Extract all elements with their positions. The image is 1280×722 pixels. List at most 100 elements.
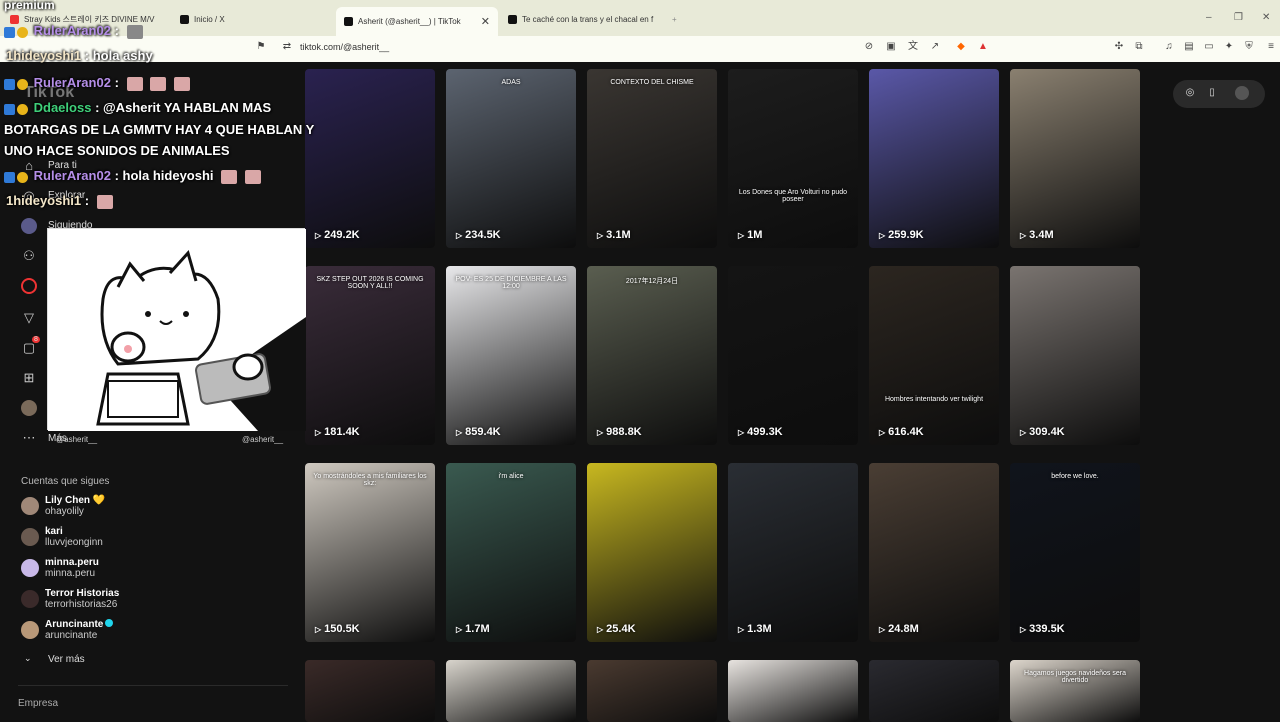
play-icon: ▷ [738, 624, 745, 634]
verified-icon [105, 619, 114, 627]
video-card[interactable] [728, 660, 858, 722]
new-tab-button[interactable]: + [664, 8, 684, 30]
following-item[interactable]: Lily Chen 💛 ohayolily [21, 495, 105, 517]
video-caption: 2017年12月24日 [625, 278, 679, 285]
video-card[interactable] [587, 660, 717, 722]
view-count-text: 24.8M [888, 623, 919, 635]
wallet-icon[interactable]: ▭ [1202, 40, 1216, 54]
video-card[interactable]: Yo mostrándoles a mis familiares los skz… [305, 463, 435, 642]
profile-avatar[interactable] [1235, 86, 1249, 100]
view-count: ▷ 249.2K [315, 229, 360, 241]
x-icon [180, 14, 189, 24]
video-card[interactable]: CONTEXTO DEL CHISME ▷ 3.1M [587, 69, 717, 248]
vpn-icon[interactable]: ⛨ [1242, 40, 1256, 54]
address-bar-row [0, 36, 1280, 62]
tab-tiktok-asherit[interactable]: Asherit (@asherit__) | TikTok ✕ [336, 7, 498, 36]
close-window-button[interactable]: ✕ [1262, 12, 1270, 23]
video-card[interactable]: ▷ 499.3K [728, 266, 858, 445]
emote-icon [244, 169, 261, 184]
tab-x-home[interactable]: Inicio / X [172, 8, 332, 30]
video-card[interactable]: Los Dones que Aro Volturi no pudo poseer… [728, 69, 858, 248]
video-card[interactable]: ▷ 25.4K [587, 463, 717, 642]
chat-text: : [114, 23, 119, 38]
video-card[interactable]: ▷ 1.3M [728, 463, 858, 642]
video-card[interactable]: ▷ 259.9K [869, 69, 999, 248]
extensions-icon[interactable]: ✣ [1112, 40, 1126, 54]
video-card[interactable]: 2017年12月24日 ▷ 988.8K [587, 266, 717, 445]
music-icon[interactable]: ♫ [1162, 40, 1176, 54]
bookmark-icon[interactable]: ⚑ [254, 40, 268, 54]
tab-te-cache[interactable]: Te caché con la trans y el chacal en f [500, 8, 658, 30]
overlay-handle-left: @asherit__ [56, 435, 98, 444]
video-card[interactable]: POV: ES 25 DE DICIEMBRE A LAS 12:00 ▷ 859.… [446, 266, 576, 445]
share-icon[interactable]: ↗ [928, 40, 942, 54]
company-section[interactable]: Empresa [18, 698, 58, 709]
reader-icon[interactable]: ▤ [1182, 40, 1196, 54]
profile-avatar[interactable] [21, 400, 37, 416]
video-card[interactable]: i'm alice ▷ 1.7M [446, 463, 576, 642]
screenshot-icon[interactable]: ▣ [884, 40, 898, 54]
video-card[interactable]: ▷ 309.4K [1010, 266, 1140, 445]
account-username: ohayolily [45, 506, 84, 517]
stream-overlay-cat: @asherit__ @asherit__ [47, 228, 306, 444]
video-card[interactable]: ADAS ▷ 234.5K [446, 69, 576, 248]
view-count-text: 259.9K [888, 229, 924, 241]
video-card[interactable] [305, 660, 435, 722]
see-more-link[interactable]: Ver más [48, 654, 85, 665]
video-card[interactable] [446, 660, 576, 722]
compass-icon[interactable]: ◎ [1183, 86, 1197, 100]
send-icon[interactable]: ▽ [21, 310, 37, 326]
account-name: Lily Chen 💛 [45, 495, 106, 506]
video-card[interactable]: SKZ STEP OUT 2026 IS COMING SOON Y ALL!!… [305, 266, 435, 445]
account-username: minna.peru [45, 568, 96, 579]
following-item[interactable]: kari lluvvjeonginn [21, 526, 103, 548]
translate-icon[interactable]: 文 [906, 40, 920, 54]
rewards-icon[interactable]: ▲ [976, 40, 990, 54]
brave-shield-icon[interactable]: ◆ [954, 40, 968, 54]
video-card[interactable]: Hombres intentando ver twilight ▷ 616.4K [869, 266, 999, 445]
video-card[interactable]: ▷ 3.4M [1010, 69, 1140, 248]
view-count: ▷ 499.3K [738, 426, 783, 438]
maximize-button[interactable]: ❐ [1234, 12, 1243, 23]
following-title: Cuentas que sigues [21, 476, 110, 487]
close-tab-icon[interactable]: ✕ [481, 15, 490, 28]
sidebar-panel-icon[interactable]: ⧉ [1132, 40, 1146, 54]
play-icon: ▷ [738, 427, 745, 437]
video-card[interactable]: ▷ 249.2K [305, 69, 435, 248]
chat-badges [4, 78, 30, 90]
chat-text: : @Asherit YA HABLAN MAS [95, 100, 272, 115]
upload-icon[interactable]: ⊞ [21, 370, 37, 386]
video-card[interactable] [869, 660, 999, 722]
emote-icon [126, 24, 143, 39]
no-track-icon[interactable]: ⊘ [862, 40, 876, 54]
following-item[interactable]: minna.peru minna.peru [21, 557, 99, 579]
chat-username: RulerAran02 [33, 23, 111, 38]
following-item[interactable]: Terror Historias terrorhistorias26 [21, 588, 119, 610]
play-icon: ▷ [1020, 230, 1027, 240]
chat-text: : hola hideyoshi [114, 168, 214, 183]
minimize-button[interactable]: – [1206, 12, 1212, 23]
menu-icon[interactable]: ≡ [1264, 40, 1278, 54]
following-item[interactable]: Aruncinante aruncinante [21, 619, 114, 641]
more-icon[interactable]: ⋯ [21, 430, 37, 446]
play-icon: ▷ [456, 230, 463, 240]
url-field[interactable]: tiktok.com/@asherit__ [300, 42, 389, 52]
chevron-down-icon[interactable]: ⌄ [24, 653, 32, 664]
view-count: ▷ 616.4K [879, 426, 924, 438]
friends-icon[interactable]: ⚇ [21, 248, 37, 264]
phone-icon[interactable]: ▯ [1205, 86, 1219, 100]
play-icon: ▷ [315, 624, 322, 634]
site-info-icon[interactable]: ⇄ [280, 40, 294, 54]
view-count-text: 181.4K [324, 426, 360, 438]
video-card[interactable]: Hagamos juegos navideños sera divertido [1010, 660, 1140, 722]
emote-icon [126, 76, 143, 91]
video-card[interactable]: before we love. ▷ 339.5K [1010, 463, 1140, 642]
view-count-text: 616.4K [888, 426, 924, 438]
chat-username: Ddaeloss [33, 100, 92, 115]
view-count: ▷ 3.4M [1020, 229, 1054, 241]
leo-icon[interactable]: ✦ [1222, 40, 1236, 54]
video-card[interactable]: ▷ 24.8M [869, 463, 999, 642]
chat-username: 1hideyoshi1 [6, 48, 82, 63]
live-icon[interactable] [21, 278, 37, 294]
following-icon[interactable] [21, 218, 37, 234]
